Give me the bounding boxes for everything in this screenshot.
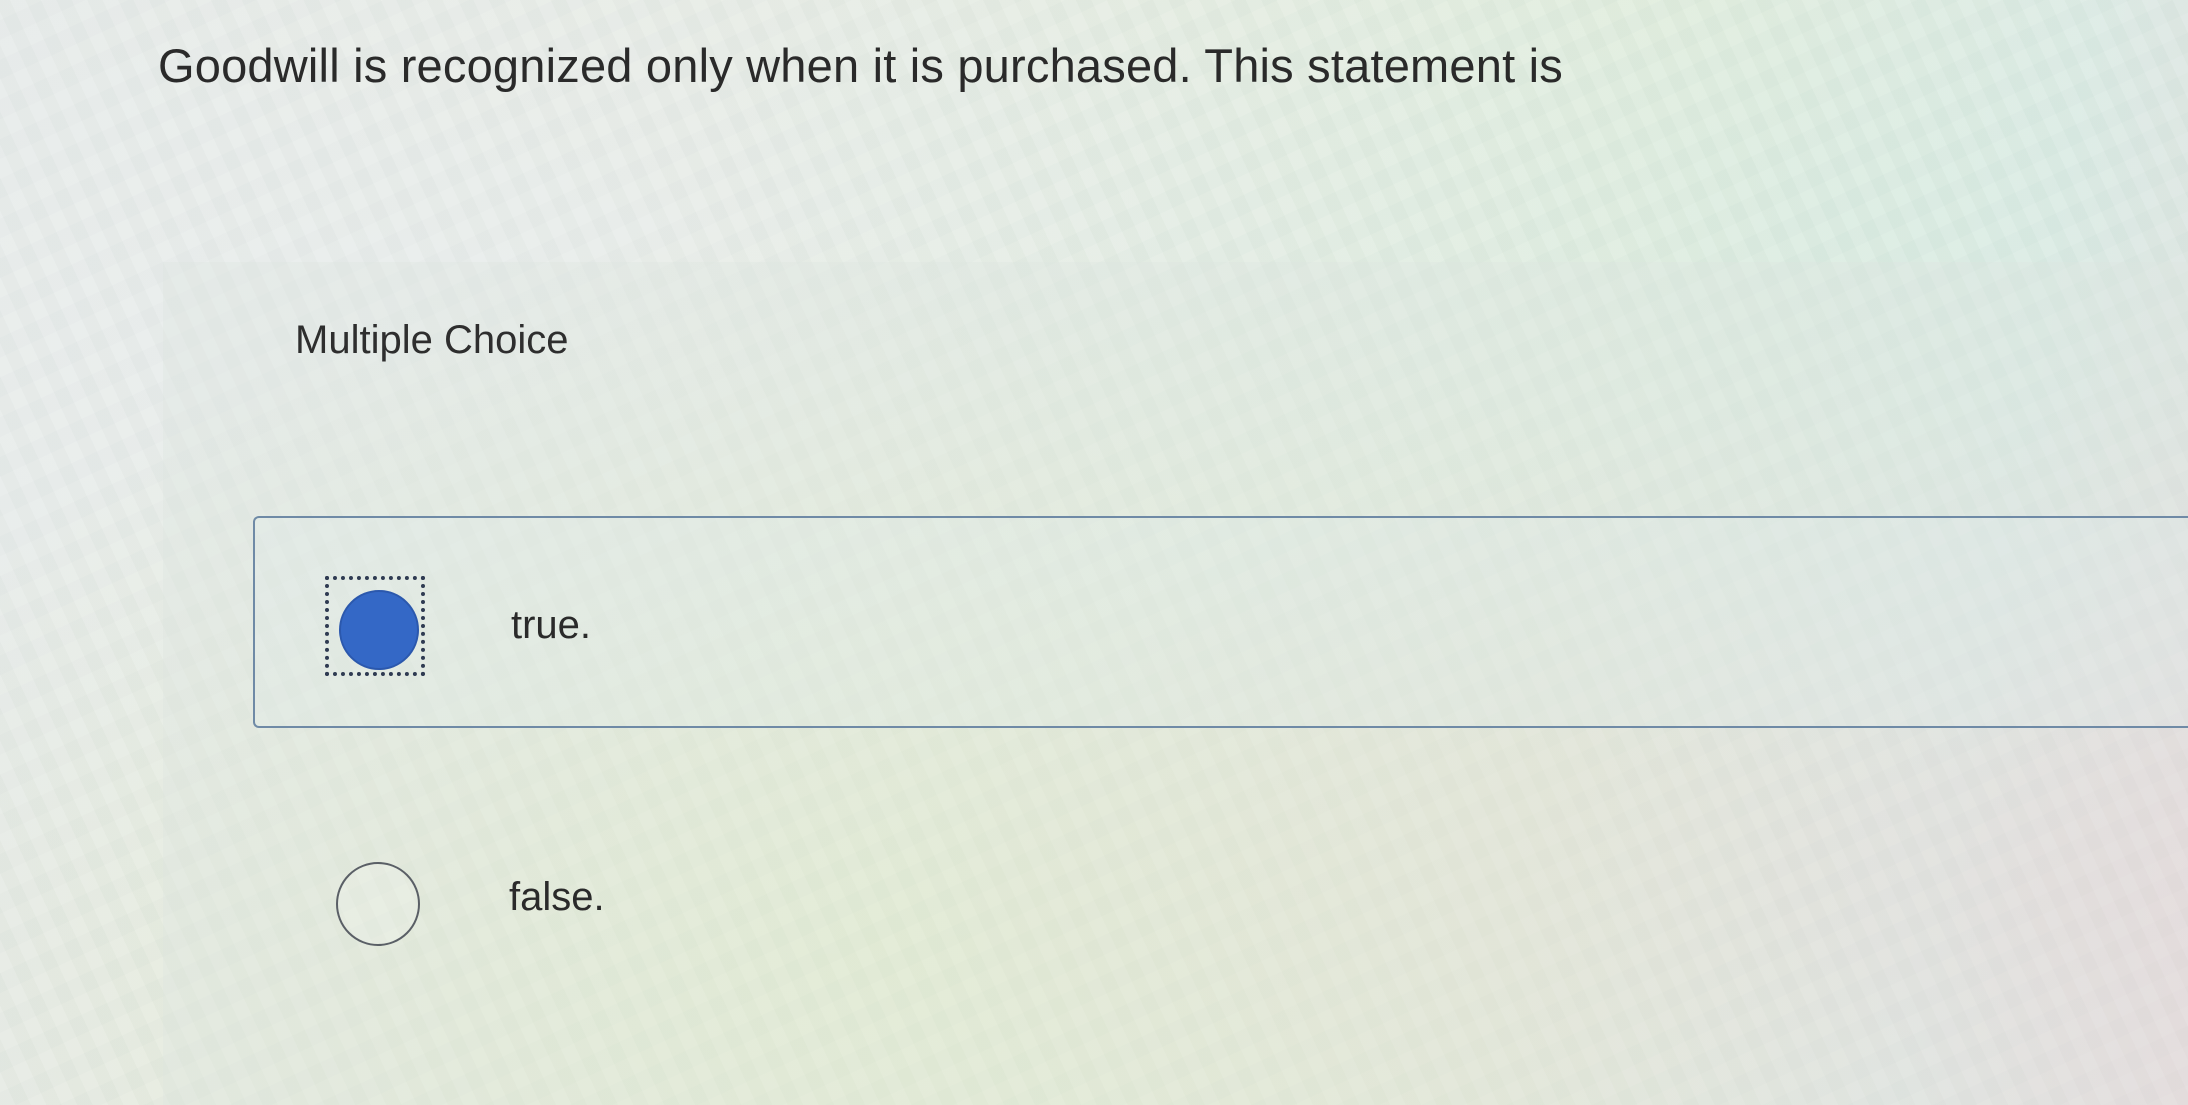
answer-option-false[interactable]: false. — [253, 790, 2188, 1002]
question-type-label: Multiple Choice — [295, 318, 569, 362]
radio-selected-icon[interactable] — [339, 590, 419, 670]
answer-option-label[interactable]: true. — [511, 603, 591, 648]
answer-option-true[interactable]: true. — [253, 516, 2188, 728]
question-text: Goodwill is recognized only when it is p… — [158, 39, 1563, 92]
answer-option-label[interactable]: false. — [509, 875, 605, 920]
radio-unselected-icon[interactable] — [336, 862, 420, 946]
radio-focus-ring[interactable] — [325, 576, 425, 676]
